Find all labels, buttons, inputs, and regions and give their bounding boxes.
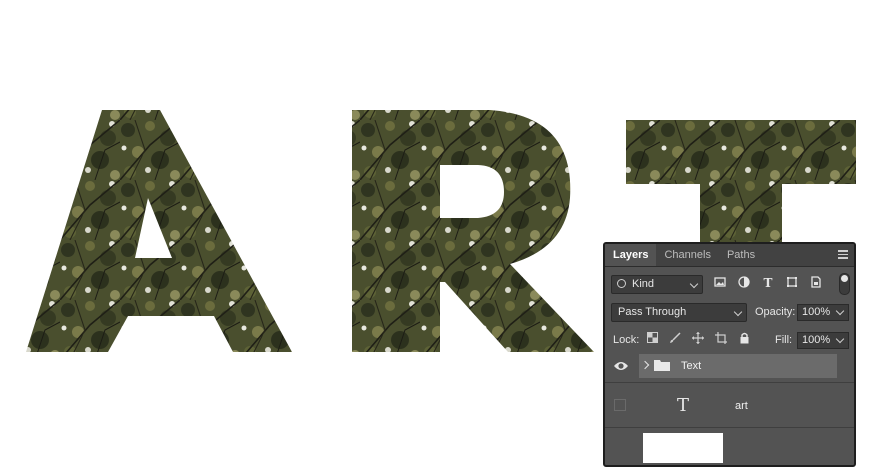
folder-icon	[654, 359, 670, 371]
opacity-label: Opacity:	[755, 306, 796, 318]
blend-mode-value: Pass Through	[618, 306, 687, 318]
layer-row-text-group[interactable]: Text	[639, 354, 837, 378]
layer-thumbnail	[643, 433, 723, 463]
lock-transparent-icon[interactable]	[645, 332, 659, 346]
blend-row: Pass Through Opacity: 100%	[605, 298, 854, 326]
lock-position-icon[interactable]	[691, 332, 705, 346]
filter-kind-label: Kind	[632, 278, 655, 290]
eye-icon[interactable]	[613, 360, 629, 372]
layer-list: Text T art	[605, 354, 854, 463]
lock-paint-icon[interactable]	[668, 332, 682, 346]
layer-row-art[interactable]: T art	[605, 383, 854, 428]
chevron-down-icon	[835, 306, 845, 316]
lock-artboard-icon[interactable]	[714, 332, 728, 346]
lock-all-icon[interactable]	[737, 332, 751, 346]
panel-menu-icon[interactable]	[838, 250, 848, 260]
opacity-value: 100%	[802, 306, 831, 318]
tab-channels[interactable]: Channels	[656, 244, 718, 266]
fill-label: Fill:	[775, 334, 793, 346]
smart-object-filter-icon[interactable]	[809, 276, 823, 290]
layer-name-text[interactable]: Text	[681, 360, 701, 372]
filter-row: Kind T	[605, 270, 854, 298]
lock-row: Lock: Fill: 100%	[605, 326, 854, 354]
tab-layers[interactable]: Layers	[605, 244, 657, 266]
type-filter-icon[interactable]: T	[761, 276, 775, 290]
layer-name-art[interactable]: art	[735, 400, 748, 412]
fill-value: 100%	[802, 334, 831, 346]
layer-row-thumbnail[interactable]	[605, 428, 854, 463]
chevron-down-icon	[733, 307, 743, 317]
lock-label: Lock:	[613, 334, 640, 346]
image-filter-icon[interactable]	[713, 276, 727, 290]
adjustment-filter-icon[interactable]	[737, 276, 751, 290]
shape-filter-icon[interactable]	[785, 276, 799, 290]
visibility-toggle-empty[interactable]	[614, 399, 626, 411]
chevron-down-icon	[689, 279, 699, 289]
blend-mode-dropdown[interactable]: Pass Through	[611, 303, 747, 322]
opacity-field[interactable]: 100%	[797, 304, 849, 321]
type-layer-icon: T	[677, 395, 690, 416]
tab-paths[interactable]: Paths	[719, 244, 763, 266]
filter-toggle-icon[interactable]	[839, 273, 850, 295]
chevron-down-icon	[835, 334, 845, 344]
search-icon	[617, 279, 626, 288]
layers-panel: Layers Channels Paths Kind T Pass Throug…	[603, 242, 856, 467]
expand-chevron-icon[interactable]	[640, 360, 650, 370]
filter-kind-dropdown[interactable]: Kind	[611, 275, 703, 294]
fill-field[interactable]: 100%	[797, 332, 849, 349]
panel-tab-bar: Layers Channels Paths	[605, 244, 854, 267]
